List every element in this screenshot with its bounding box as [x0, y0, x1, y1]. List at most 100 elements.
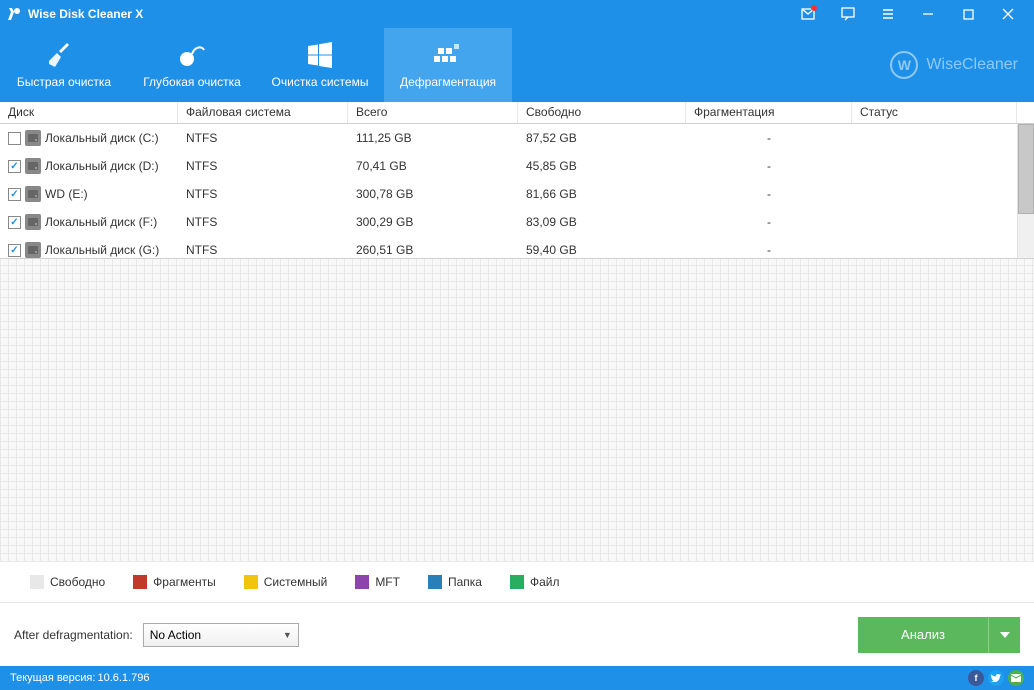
legend-swatch — [244, 575, 258, 589]
disk-name: Локальный диск (D:) — [45, 159, 159, 173]
twitter-icon[interactable] — [988, 670, 1004, 686]
tab-label: Глубокая очистка — [143, 75, 241, 89]
brand-name: WiseCleaner — [926, 56, 1018, 74]
table-row[interactable]: Локальный диск (C:) NTFS111,25 GB87,52 GB… — [0, 124, 1017, 152]
legend-item: Фрагменты — [133, 575, 216, 589]
disk-checkbox[interactable] — [8, 132, 21, 145]
disk-total: 111,25 GB — [348, 131, 518, 145]
disk-name: Локальный диск (F:) — [45, 215, 157, 229]
bottom-controls: After defragmentation: No Action ▼ Анали… — [0, 602, 1034, 666]
col-status[interactable]: Статус — [852, 102, 1017, 123]
brand-circle-icon: W — [890, 51, 918, 79]
statusbar: Текущая версия: 10.6.1.796 f — [0, 666, 1034, 690]
legend-item: Системный — [244, 575, 328, 589]
disk-total: 260,51 GB — [348, 243, 518, 257]
legend-label: Папка — [448, 575, 482, 589]
disk-icon — [25, 242, 41, 258]
disk-checkbox[interactable] — [8, 244, 21, 257]
table-row[interactable]: Локальный диск (F:) NTFS300,29 GB83,09 GB… — [0, 208, 1017, 236]
app-icon — [6, 6, 22, 22]
facebook-icon[interactable]: f — [968, 670, 984, 686]
analyze-button[interactable]: Анализ — [858, 617, 1020, 653]
legend-item: Свободно — [30, 575, 105, 589]
table-row[interactable]: WD (E:) NTFS300,78 GB81,66 GB- — [0, 180, 1017, 208]
table-row[interactable]: Локальный диск (D:)NTFS70,41 GB45,85 GB- — [0, 152, 1017, 180]
legend-swatch — [30, 575, 44, 589]
disk-frag: - — [686, 131, 852, 145]
disk-free: 81,66 GB — [518, 187, 686, 201]
tab-defrag[interactable]: Дефрагментация — [384, 28, 512, 102]
scrollbar-thumb[interactable] — [1018, 124, 1034, 214]
notifications-icon[interactable] — [788, 0, 828, 28]
disk-frag: - — [686, 187, 852, 201]
disk-free: 45,85 GB — [518, 159, 686, 173]
disk-fs: NTFS — [178, 131, 348, 145]
broom-icon — [49, 41, 79, 69]
defrag-icon — [434, 41, 462, 69]
disk-table-body: Локальный диск (C:)NTFS111,25 GB87,52 GB… — [0, 124, 1034, 258]
col-fragmentation[interactable]: Фрагментация — [686, 102, 852, 123]
brand-logo: W WiseCleaner — [890, 51, 1018, 79]
version-number: 10.6.1.796 — [97, 672, 149, 684]
legend-swatch — [428, 575, 442, 589]
col-filesystem[interactable]: Файловая система — [178, 102, 348, 123]
legend-label: Свободно — [50, 575, 105, 589]
analyze-button-main[interactable]: Анализ — [858, 617, 988, 653]
feedback-icon[interactable] — [828, 0, 868, 28]
tab-quick-clean[interactable]: Быстрая очистка — [0, 28, 128, 102]
after-defrag-label: After defragmentation: — [14, 628, 133, 642]
disk-free: 87,52 GB — [518, 131, 686, 145]
disk-checkbox[interactable] — [8, 216, 21, 229]
legend-item: Папка — [428, 575, 482, 589]
disk-icon — [25, 130, 41, 146]
disk-free: 59,40 GB — [518, 243, 686, 257]
menu-icon[interactable] — [868, 0, 908, 28]
col-scroll-spacer — [1017, 102, 1034, 123]
social-links: f — [968, 670, 1024, 686]
version-label: Текущая версия: — [10, 672, 95, 684]
legend-label: MFT — [375, 575, 400, 589]
tab-label: Дефрагментация — [400, 75, 496, 89]
tab-label: Очистка системы — [272, 75, 369, 89]
legend: СвободноФрагментыСистемныйMFTПапкаФайл — [0, 562, 1034, 602]
windows-icon — [307, 41, 333, 69]
app-title: Wise Disk Cleaner X — [28, 7, 143, 21]
table-row[interactable]: Локальный диск (G:)NTFS260,51 GB59,40 GB… — [0, 236, 1017, 258]
disk-total: 300,78 GB — [348, 187, 518, 201]
disk-total: 300,29 GB — [348, 215, 518, 229]
vertical-scrollbar[interactable] — [1017, 124, 1034, 258]
select-value: No Action — [150, 628, 201, 642]
toolbar: Быстрая очистка Глубокая очистка Очистка… — [0, 28, 1034, 102]
disk-checkbox[interactable] — [8, 160, 21, 173]
tab-label: Быстрая очистка — [17, 75, 111, 89]
col-free[interactable]: Свободно — [518, 102, 686, 123]
tab-deep-clean[interactable]: Глубокая очистка — [128, 28, 256, 102]
col-total[interactable]: Всего — [348, 102, 518, 123]
minimize-button[interactable] — [908, 0, 948, 28]
after-defrag-select[interactable]: No Action ▼ — [143, 623, 299, 647]
close-button[interactable] — [988, 0, 1028, 28]
legend-swatch — [133, 575, 147, 589]
analyze-button-dropdown[interactable] — [988, 617, 1020, 653]
defrag-visualization — [0, 258, 1034, 562]
disk-frag: - — [686, 215, 852, 229]
maximize-button[interactable] — [948, 0, 988, 28]
titlebar: Wise Disk Cleaner X — [0, 0, 1034, 28]
disk-free: 83,09 GB — [518, 215, 686, 229]
disk-fs: NTFS — [178, 187, 348, 201]
col-disk[interactable]: Диск — [0, 102, 178, 123]
disk-frag: - — [686, 243, 852, 257]
disk-name: Локальный диск (C:) — [45, 131, 159, 145]
disk-checkbox[interactable] — [8, 188, 21, 201]
disk-fs: NTFS — [178, 215, 348, 229]
disk-total: 70,41 GB — [348, 159, 518, 173]
vacuum-icon — [177, 41, 207, 69]
legend-item: MFT — [355, 575, 400, 589]
email-icon[interactable] — [1008, 670, 1024, 686]
disk-name: WD (E:) — [45, 187, 88, 201]
disk-icon — [25, 214, 41, 230]
disk-fs: NTFS — [178, 159, 348, 173]
legend-swatch — [510, 575, 524, 589]
tab-system-clean[interactable]: Очистка системы — [256, 28, 384, 102]
disk-table-header: Диск Файловая система Всего Свободно Фра… — [0, 102, 1034, 124]
